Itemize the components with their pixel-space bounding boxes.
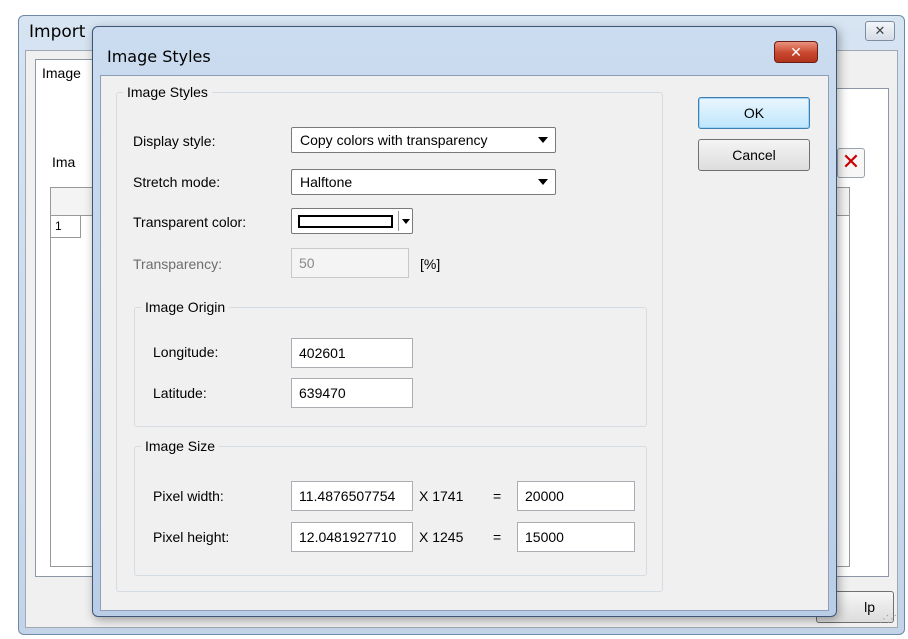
image-styles-dialog: Image Styles ✕ Image Styles Display styl… <box>92 26 837 617</box>
import-window-title: Import <box>29 22 86 42</box>
display-style-value: Copy colors with transparency <box>300 132 488 148</box>
ok-button[interactable]: OK <box>698 97 810 129</box>
chevron-down-icon <box>538 137 548 143</box>
transparency-label: Transparency: <box>133 256 222 272</box>
color-swatch <box>298 215 393 228</box>
dialog-title: Image Styles <box>107 47 211 66</box>
transparency-input[interactable]: 50 <box>291 248 409 278</box>
transparent-color-picker[interactable] <box>291 208 413 234</box>
stretch-mode-label: Stretch mode: <box>133 174 221 190</box>
height-equals: = <box>493 529 502 545</box>
display-style-dropdown[interactable]: Copy colors with transparency <box>291 127 556 153</box>
image-origin-title: Image Origin <box>145 299 226 315</box>
chevron-down-icon <box>538 179 548 185</box>
stretch-mode-value: Halftone <box>300 174 353 190</box>
pixel-height-label: Pixel height: <box>153 529 230 545</box>
image-styles-group-title: Image Styles <box>127 84 208 100</box>
stretch-mode-dropdown[interactable]: Halftone <box>291 169 556 195</box>
image-size-title: Image Size <box>145 438 216 454</box>
import-partial-label: Ima <box>52 154 76 170</box>
pixel-height-input[interactable]: 12.0481927710 <box>291 522 413 552</box>
longitude-label: Longitude: <box>153 344 219 360</box>
dialog-close-button[interactable]: ✕ <box>774 41 818 63</box>
import-window-close-button[interactable]: ✕ <box>865 21 895 41</box>
dialog-client: Image Styles Display style: Copy colors … <box>100 75 829 611</box>
latitude-input[interactable]: 639470 <box>291 378 413 408</box>
height-total-input[interactable]: 15000 <box>517 522 635 552</box>
chevron-down-icon <box>402 219 410 224</box>
tab-image[interactable]: Image <box>35 59 95 89</box>
transparent-color-label: Transparent color: <box>133 214 247 230</box>
width-multiplier: X 1741 <box>419 488 464 504</box>
cancel-button[interactable]: Cancel <box>698 139 810 171</box>
import-grid-row-number[interactable]: 1 <box>51 216 81 238</box>
transparency-unit: [%] <box>420 256 441 272</box>
latitude-label: Latitude: <box>153 385 207 401</box>
color-picker-separator <box>398 211 399 231</box>
delete-row-button[interactable]: ✕ <box>837 148 865 178</box>
resize-grip-icon[interactable]: ⋰⋰ <box>879 614 897 625</box>
pixel-width-label: Pixel width: <box>153 488 224 504</box>
width-total-input[interactable]: 20000 <box>517 481 635 511</box>
pixel-width-input[interactable]: 11.4876507754 <box>291 481 413 511</box>
width-equals: = <box>493 488 502 504</box>
height-multiplier: X 1245 <box>419 529 464 545</box>
display-style-label: Display style: <box>133 133 216 149</box>
longitude-input[interactable]: 402601 <box>291 338 413 368</box>
